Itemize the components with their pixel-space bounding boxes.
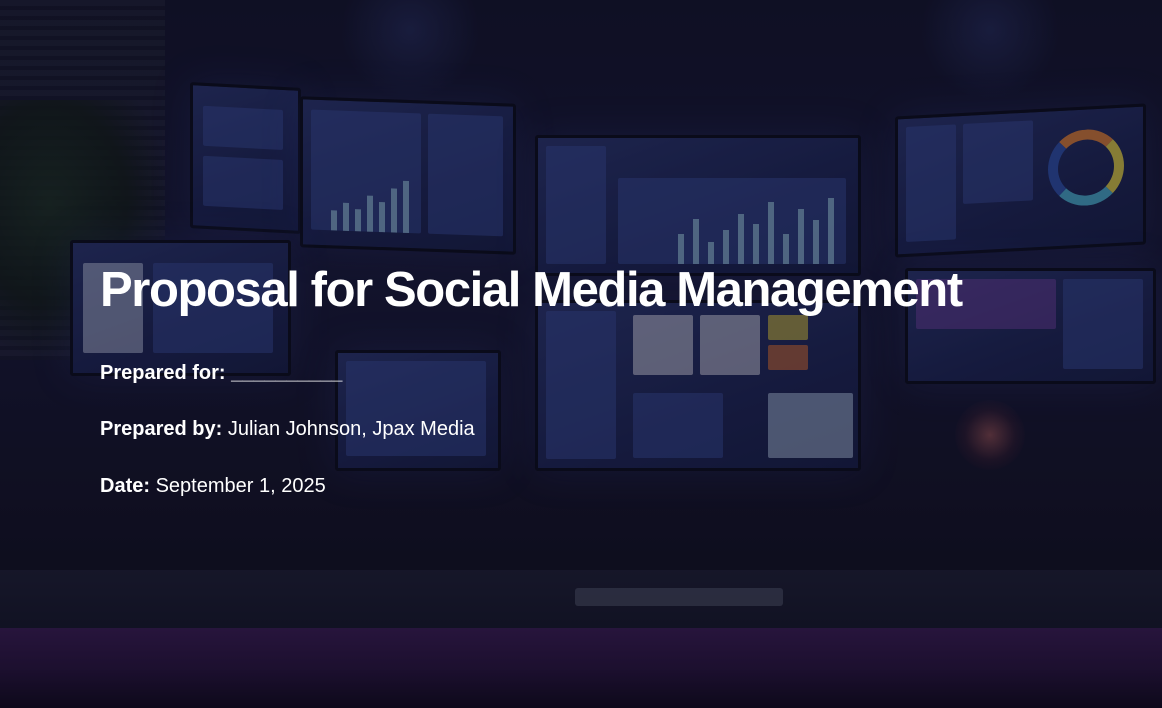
prepared-by-value: Julian Johnson, Jpax Media [227,418,475,440]
proposal-cover: Proposal for Social Media Management Pre… [0,0,1162,708]
date-label: Date: [100,475,151,497]
page-title: Proposal for Social Media Management [100,263,963,317]
date-value: September 1, 2025 [155,475,326,497]
prepared-for-label: Prepared for: [100,362,226,384]
prepared-by-line: Prepared by: Julian Johnson, Jpax Media [100,418,475,441]
prepared-for-line: Prepared for: __________ [100,362,342,385]
date-line: Date: September 1, 2025 [100,475,326,498]
dark-overlay [0,0,1162,708]
prepared-by-label: Prepared by: [100,418,223,440]
background-office-image [0,0,1162,708]
prepared-for-value: __________ [231,362,343,384]
